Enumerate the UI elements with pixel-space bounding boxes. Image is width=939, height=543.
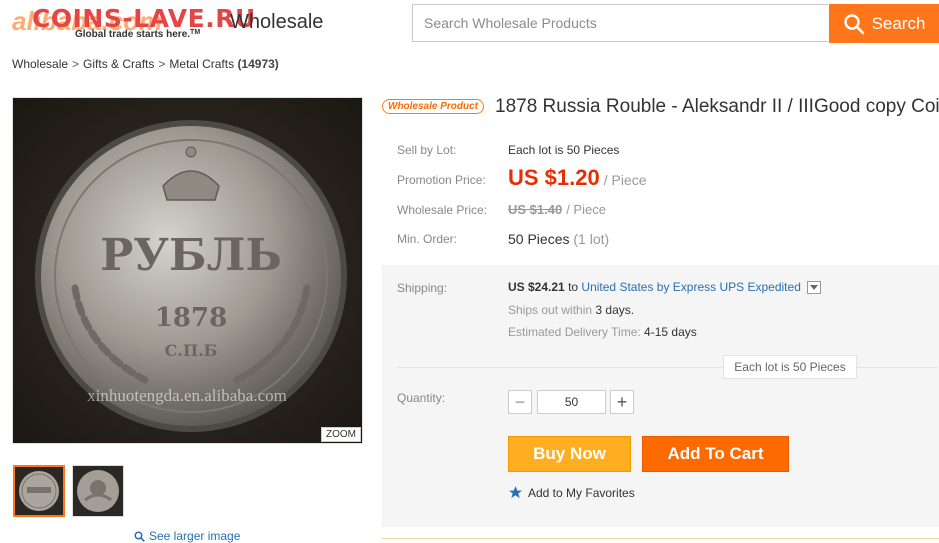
promotion-price-unit: / Piece bbox=[603, 172, 647, 188]
sell-by-lot-value: Each lot is 50 Pieces bbox=[508, 143, 620, 157]
quantity-decrease-button[interactable]: − bbox=[508, 390, 532, 414]
coin-image: РУБЛЬ 1878 С.П.Б xinhuotengda.en.alibaba… bbox=[13, 98, 362, 443]
breadcrumb-metal-crafts[interactable]: Metal Crafts bbox=[169, 57, 234, 71]
search-input[interactable] bbox=[413, 5, 828, 41]
image-watermark: xinhuotengda.en.alibaba.com bbox=[87, 386, 287, 405]
wholesale-product-badge: Wholesale Product bbox=[382, 99, 485, 114]
promotion-price: US $1.20/ Piece bbox=[508, 165, 647, 191]
min-order-lot: (1 lot) bbox=[573, 231, 610, 247]
search-icon bbox=[843, 13, 864, 34]
breadcrumb-separator: > bbox=[158, 57, 166, 71]
site-logo[interactable]: alibaba.com COINS-LAVE.RU Global trade s… bbox=[10, 2, 330, 46]
breadcrumb-count: (14973) bbox=[237, 57, 279, 71]
wholesale-price: US $1.40/ Piece bbox=[508, 202, 606, 217]
coin-year: 1878 bbox=[155, 303, 227, 333]
shipping-to: to bbox=[568, 280, 579, 294]
main-product-image[interactable]: РУБЛЬ 1878 С.П.Б xinhuotengda.en.alibaba… bbox=[12, 97, 363, 444]
breadcrumb: Wholesale > Gifts & Crafts > Metal Crafts (1… bbox=[12, 57, 279, 71]
shipping-label: Shipping: bbox=[397, 281, 448, 295]
add-to-cart-button[interactable]: Add To Cart bbox=[642, 436, 789, 472]
product-title: 1878 Russia Rouble - Aleksandr II / IIIG… bbox=[495, 96, 939, 117]
thumbnail-coin-image bbox=[73, 466, 123, 516]
logo-tagline: Global trade starts here.TM bbox=[75, 29, 201, 40]
zoom-label[interactable]: ZOOM bbox=[321, 427, 361, 442]
coin-mint: С.П.Б bbox=[165, 341, 218, 360]
breadcrumb-separator: > bbox=[72, 57, 80, 71]
min-order-label: Min. Order: bbox=[397, 232, 458, 246]
section-title[interactable]: Wholesale bbox=[230, 11, 323, 34]
lot-size-tip: Each lot is 50 Pieces bbox=[723, 355, 857, 379]
logo-trademark: TM bbox=[190, 29, 201, 36]
thumbnail-2[interactable] bbox=[72, 465, 124, 517]
ships-out-prefix: Ships out within bbox=[508, 303, 593, 317]
promotion-price-value: US $1.20 bbox=[508, 165, 600, 190]
search-button[interactable]: Search bbox=[829, 4, 939, 43]
delivery-time-info: Estimated Delivery Time: 4-15 days bbox=[508, 325, 697, 339]
add-to-favorites-link[interactable]: Add to My Favorites bbox=[508, 485, 635, 500]
wholesale-price-unit: / Piece bbox=[566, 202, 606, 217]
thumbnail-coin-image bbox=[15, 467, 63, 515]
quantity-label: Quantity: bbox=[397, 391, 446, 405]
search-box[interactable] bbox=[412, 4, 828, 42]
shipping-cost: US $24.21 bbox=[508, 280, 565, 294]
min-order-value: 50 Pieces (1 lot) bbox=[508, 231, 609, 247]
search-button-label: Search bbox=[871, 13, 926, 33]
search-icon bbox=[134, 530, 145, 542]
shipping-panel bbox=[382, 265, 939, 527]
breadcrumb-gifts-crafts[interactable]: Gifts & Crafts bbox=[83, 57, 154, 71]
promotion-price-label: Promotion Price: bbox=[397, 173, 486, 187]
shipping-info: US $24.21 to United States by Express UP… bbox=[508, 280, 821, 295]
quantity-increase-button[interactable]: + bbox=[610, 390, 634, 414]
thumbnail-1[interactable] bbox=[13, 465, 65, 517]
delivery-time-days: 4-15 days bbox=[644, 325, 697, 339]
delivery-time-prefix: Estimated Delivery Time: bbox=[508, 325, 641, 339]
sell-by-lot-label: Sell by Lot: bbox=[397, 143, 457, 157]
buy-now-button[interactable]: Buy Now bbox=[508, 436, 631, 472]
shipping-method-link[interactable]: United States by Express UPS Expedited bbox=[581, 280, 800, 294]
wholesale-price-label: Wholesale Price: bbox=[397, 203, 488, 217]
coin-word: РУБЛЬ bbox=[100, 230, 282, 281]
min-order-pieces: 50 Pieces bbox=[508, 231, 570, 247]
wholesale-price-value: US $1.40 bbox=[508, 202, 563, 217]
ships-out-days: 3 days. bbox=[595, 303, 635, 317]
quantity-input[interactable]: 50 bbox=[537, 390, 606, 414]
ships-out-info: Ships out within 3 days. bbox=[508, 303, 634, 317]
breadcrumb-wholesale[interactable]: Wholesale bbox=[12, 57, 68, 71]
dropdown-arrow-icon[interactable] bbox=[806, 281, 821, 295]
section-divider bbox=[382, 538, 939, 539]
add-to-favorites-label: Add to My Favorites bbox=[528, 485, 635, 500]
star-icon bbox=[508, 486, 523, 499]
